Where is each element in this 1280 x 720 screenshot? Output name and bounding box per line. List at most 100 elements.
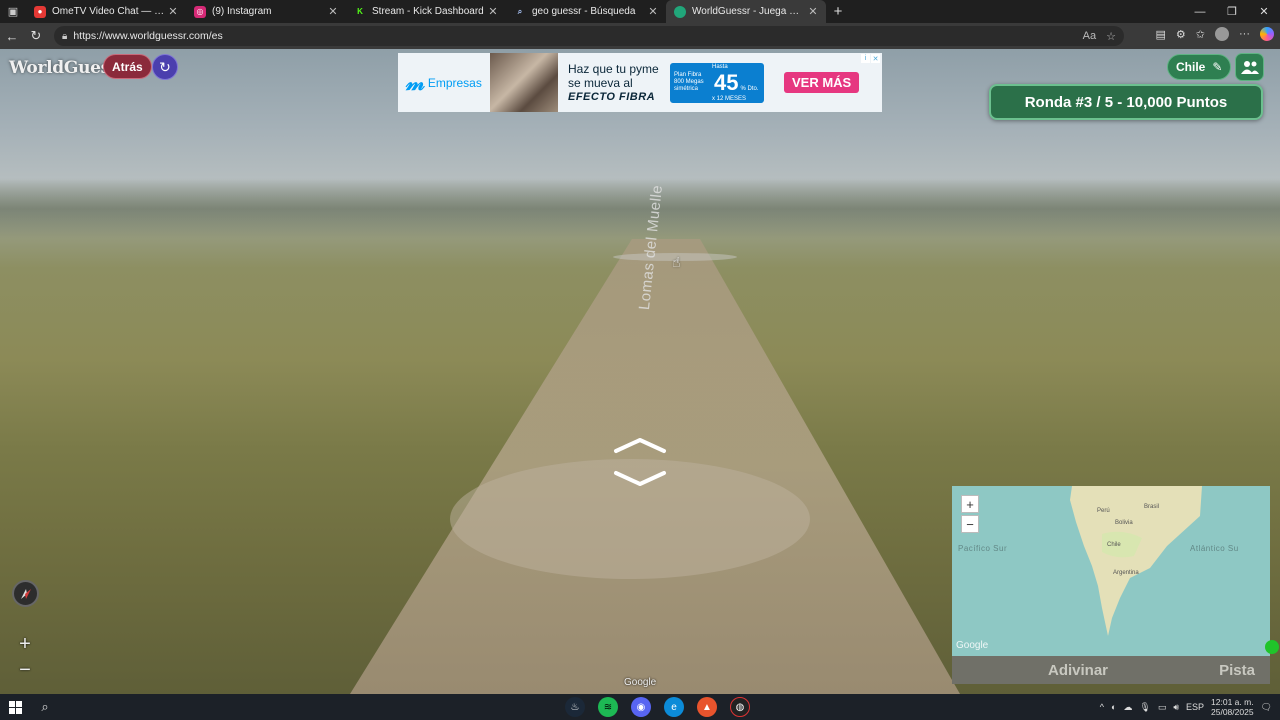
ad-info-icon[interactable]: i — [861, 54, 870, 63]
minimize-icon[interactable]: — — [1184, 0, 1216, 23]
volume-icon[interactable]: 🔊︎ — [1173, 702, 1179, 713]
ad-headline-emphasis: EFECTO FIBRA — [568, 90, 656, 103]
country-label: Chile — [1176, 60, 1206, 74]
profile-avatar-icon[interactable] — [1215, 27, 1229, 41]
browser-tab-strip: ▣ ● OmeTV Video Chat — Omeg ✕ ◎ (9) Inst… — [0, 0, 1280, 23]
ad-promo-box: Plan Fibra 800 Megas simétrica Hasta 45 … — [670, 62, 764, 103]
onedrive-icon[interactable]: ☁ — [1123, 702, 1132, 713]
tab-title: WorldGuessr - Juega GeoGuessr — [692, 6, 806, 17]
back-button[interactable]: Atrás — [103, 54, 152, 79]
hint-button[interactable]: Pista — [1204, 662, 1270, 679]
tab-title: geo guessr - Búsqueda — [532, 6, 636, 17]
close-tab-icon[interactable]: ✕ — [646, 5, 660, 18]
users-icon — [1240, 61, 1259, 74]
ocean-label: Pacífico Sur — [958, 544, 1008, 553]
party-users-icon[interactable] — [1235, 53, 1264, 81]
extensions-icon[interactable]: ⚙ — [1176, 28, 1186, 41]
close-tab-icon[interactable]: ✕ — [166, 5, 180, 18]
street-view-panorama[interactable]: Lomas del Muelle ☝ WorldGuessr Atrás ↻ 𝓂… — [0, 49, 1280, 694]
zoom-out-icon[interactable]: − — [12, 658, 38, 682]
minimap-zoom-in-icon[interactable]: + — [961, 495, 979, 513]
close-tab-icon[interactable]: ✕ — [806, 5, 820, 18]
minimap-zoom-out-icon[interactable]: − — [961, 515, 979, 533]
site-info-icon[interactable]: 🔒︎ — [62, 31, 67, 42]
ad-choices[interactable]: i ✕ — [861, 54, 880, 63]
tray-app-icon[interactable]: ◐ — [1111, 702, 1116, 712]
microphone-icon[interactable]: 🎙︎ — [1139, 702, 1150, 713]
notifications-icon[interactable]: 🗨︎ — [1261, 702, 1272, 713]
guess-button[interactable]: Adivinar — [952, 662, 1204, 679]
ad-headline-line: Haz que tu pyme — [568, 61, 659, 76]
map-label: Perú — [1097, 508, 1110, 514]
ad-headline: Haz que tu pyme se mueva al EFECTO FIBRA — [558, 62, 670, 104]
ad-photo — [490, 53, 558, 112]
close-window-icon[interactable]: ✕ — [1248, 0, 1280, 23]
favorite-star-icon[interactable]: ☆ — [1106, 30, 1116, 43]
copilot-icon[interactable] — [1260, 27, 1274, 41]
ad-banner[interactable]: 𝓂 Empresas Haz que tu pyme se mueva al E… — [398, 53, 882, 112]
clock-date: 25/08/2025 — [1211, 707, 1254, 717]
tab-title: (9) Instagram — [212, 6, 272, 17]
window-controls: — ❐ ✕ — [1184, 0, 1280, 23]
split-screen-icon[interactable]: ▤ — [1156, 28, 1166, 41]
taskbar-clock[interactable]: 12:01 a. m. 25/08/2025 — [1211, 697, 1254, 717]
network-icon[interactable]: ▭ — [1158, 702, 1167, 713]
taskbar-search-icon[interactable]: ⌕ — [30, 699, 60, 715]
reload-icon[interactable]: ↻ — [24, 28, 48, 44]
map-label: Brasil — [1144, 504, 1160, 510]
tab-worldguessr[interactable]: WorldGuessr - Juega GeoGuessr ✕ — [666, 0, 826, 23]
compass-icon[interactable] — [12, 580, 39, 607]
move-backward-arrow-icon[interactable] — [612, 469, 668, 489]
reload-round-icon[interactable]: ↻ — [152, 54, 178, 80]
windows-taskbar: ⌕ ♨ ≋ ◉ e ▲ ◍ ^ ◐ ☁ 🎙︎ ▭ 🔊︎ ESP 12:01 a.… — [0, 694, 1280, 720]
country-selector-button[interactable]: Chile ✎ — [1167, 54, 1232, 80]
ad-brand-text: Empresas — [427, 75, 482, 90]
guess-minimap[interactable]: + − Perú Brasil Bolivia Chile Argentina … — [952, 486, 1270, 656]
ad-headline-line: se mueva al — [568, 75, 633, 90]
tab-search[interactable]: ⌕ geo guessr - Búsqueda ✕ — [506, 0, 666, 23]
system-tray: ^ ◐ ☁ 🎙︎ ▭ 🔊︎ ESP 12:01 a. m. 25/08/2025… — [1100, 694, 1280, 720]
google-watermark: Google — [624, 677, 657, 688]
url-text: https://www.worldguessr.com/es — [73, 30, 223, 42]
windows-start-icon[interactable] — [0, 700, 30, 714]
back-arrow-icon[interactable]: ← — [0, 29, 24, 44]
close-tab-icon[interactable]: ✕ — [326, 5, 340, 18]
new-tab-icon[interactable]: + — [826, 0, 850, 23]
ad-brand: 𝓂 Empresas — [398, 70, 490, 96]
search-favicon-icon: ⌕ — [517, 6, 523, 16]
guess-action-bar: Adivinar Pista — [952, 656, 1270, 684]
restore-icon[interactable]: ❐ — [1216, 0, 1248, 23]
windows-logo-icon — [8, 700, 22, 714]
map-label: Argentina — [1113, 570, 1139, 576]
ad-close-icon[interactable]: ✕ — [871, 54, 880, 63]
instagram-favicon-icon: ◎ — [194, 5, 206, 18]
steam-icon[interactable]: ♨ — [565, 697, 585, 717]
movistar-logo-icon: 𝓂 — [406, 69, 425, 95]
worldguessr-favicon-icon — [674, 5, 686, 18]
tray-expand-icon[interactable]: ^ — [1100, 702, 1104, 712]
spotify-icon[interactable]: ≋ — [598, 697, 618, 717]
tab-ometv[interactable]: ● OmeTV Video Chat — Omeg ✕ — [26, 0, 186, 23]
move-forward-arrow-icon[interactable] — [612, 435, 668, 455]
obs-icon[interactable]: ◍ — [730, 697, 750, 717]
language-indicator[interactable]: ESP — [1186, 702, 1204, 712]
online-status-indicator — [1265, 640, 1279, 654]
edge-icon[interactable]: e — [664, 697, 684, 717]
ad-cta-button[interactable]: VER MÁS — [784, 72, 860, 93]
game-launcher-icon[interactable]: ▲ — [697, 697, 717, 717]
ad-promo-plan: Plan Fibra 800 Megas simétrica — [674, 72, 704, 92]
clock-time: 12:01 a. m. — [1211, 697, 1254, 707]
tab-kick[interactable]: K Stream - Kick Dashboard ✕ — [346, 0, 506, 23]
zoom-in-icon[interactable]: + — [12, 632, 38, 656]
address-bar[interactable]: 🔒︎ https://www.worldguessr.com/es Aa ☆ — [54, 26, 1124, 46]
tab-instagram[interactable]: ◎ (9) Instagram ✕ — [186, 0, 346, 23]
discord-icon[interactable]: ◉ — [631, 697, 651, 717]
close-tab-icon[interactable]: ✕ — [486, 5, 500, 18]
more-menu-icon[interactable]: ··· — [1239, 28, 1250, 40]
read-aloud-icon[interactable]: Aa — [1083, 30, 1096, 43]
favorites-icon[interactable]: ✩ — [1196, 28, 1205, 41]
compass-needle-icon — [20, 588, 31, 599]
tab-title: OmeTV Video Chat — Omeg — [52, 6, 166, 17]
ad-promo-months: x 12 MESES — [712, 95, 747, 102]
tab-actions-icon[interactable]: ▣ — [0, 0, 26, 23]
